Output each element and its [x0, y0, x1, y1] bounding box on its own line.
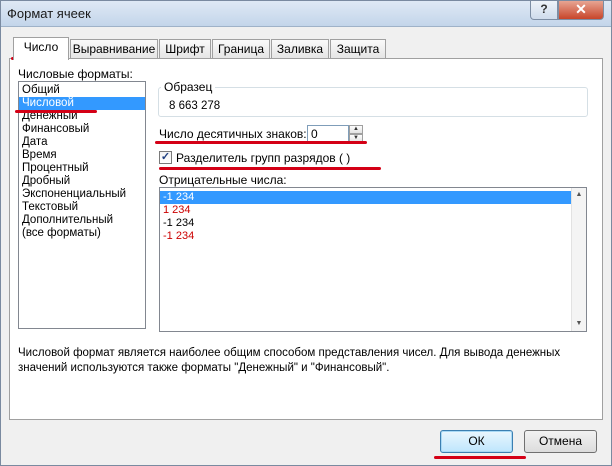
format-cells-dialog: Формат ячеек ? ✕ Число Выравнивание Шриф… — [0, 0, 612, 466]
format-item-text[interactable]: Текстовый — [19, 201, 145, 214]
annotation-underline — [159, 167, 381, 170]
format-item-date[interactable]: Дата — [19, 136, 145, 149]
annotation-underline — [434, 456, 526, 459]
separator-checkbox[interactable]: ✓ — [159, 151, 172, 164]
decimals-label: Число десятичных знаков: — [159, 127, 307, 141]
tab-alignment[interactable]: Выравнивание — [70, 39, 158, 59]
format-item-time[interactable]: Время — [19, 149, 145, 162]
annotation-underline — [155, 141, 367, 144]
formats-label: Числовые форматы: — [18, 67, 133, 81]
annotation-underline — [15, 110, 97, 113]
negative-label: Отрицательные числа: — [159, 173, 287, 187]
sample-label: Образец — [161, 80, 216, 94]
sample-group — [158, 87, 588, 117]
close-button[interactable]: ✕ — [558, 1, 604, 20]
scroll-up-icon[interactable]: ▲ — [572, 188, 586, 202]
format-item-fraction[interactable]: Дробный — [19, 175, 145, 188]
format-item-special[interactable]: Дополнительный — [19, 214, 145, 227]
formats-list[interactable]: Общий Числовой Денежный Финансовый Дата … — [18, 81, 146, 329]
tab-font[interactable]: Шрифт — [159, 39, 211, 59]
title-bar[interactable]: Формат ячеек ? ✕ — [1, 1, 611, 27]
format-item-custom[interactable]: (все форматы) — [19, 227, 145, 240]
dialog-title: Формат ячеек — [7, 6, 91, 21]
scroll-down-icon[interactable]: ▼ — [572, 317, 586, 331]
negative-item[interactable]: -1 234 — [160, 217, 571, 230]
format-description: Числовой формат является наиболее общим … — [18, 347, 561, 374]
format-item-scientific[interactable]: Экспоненциальный — [19, 188, 145, 201]
tab-fill[interactable]: Заливка — [271, 39, 329, 59]
negative-item[interactable]: -1 234 — [160, 230, 571, 243]
spin-up-icon[interactable]: ▲ — [349, 125, 363, 134]
format-item-accounting[interactable]: Финансовый — [19, 123, 145, 136]
tab-number[interactable]: Число — [13, 37, 69, 60]
negative-list-scrollbar[interactable]: ▲ ▼ — [571, 188, 586, 331]
separator-label[interactable]: Разделитель групп разрядов ( ) — [176, 151, 350, 165]
format-item-general[interactable]: Общий — [19, 84, 145, 97]
ok-button[interactable]: ОК — [440, 430, 513, 453]
tab-protection[interactable]: Защита — [330, 39, 386, 59]
close-icon: ✕ — [575, 1, 587, 17]
cancel-button[interactable]: Отмена — [524, 430, 597, 453]
help-icon: ? — [540, 2, 548, 16]
negative-numbers-list[interactable]: -1 234 1 234 -1 234 -1 234 ▲ ▼ — [159, 187, 587, 332]
sample-value: 8 663 278 — [169, 100, 221, 112]
tab-border[interactable]: Граница — [212, 39, 270, 59]
format-item-number[interactable]: Числовой — [19, 97, 145, 110]
negative-item[interactable]: 1 234 — [160, 204, 571, 217]
format-item-percent[interactable]: Процентный — [19, 162, 145, 175]
negative-item[interactable]: -1 234 — [160, 191, 571, 204]
help-button[interactable]: ? — [530, 1, 558, 20]
